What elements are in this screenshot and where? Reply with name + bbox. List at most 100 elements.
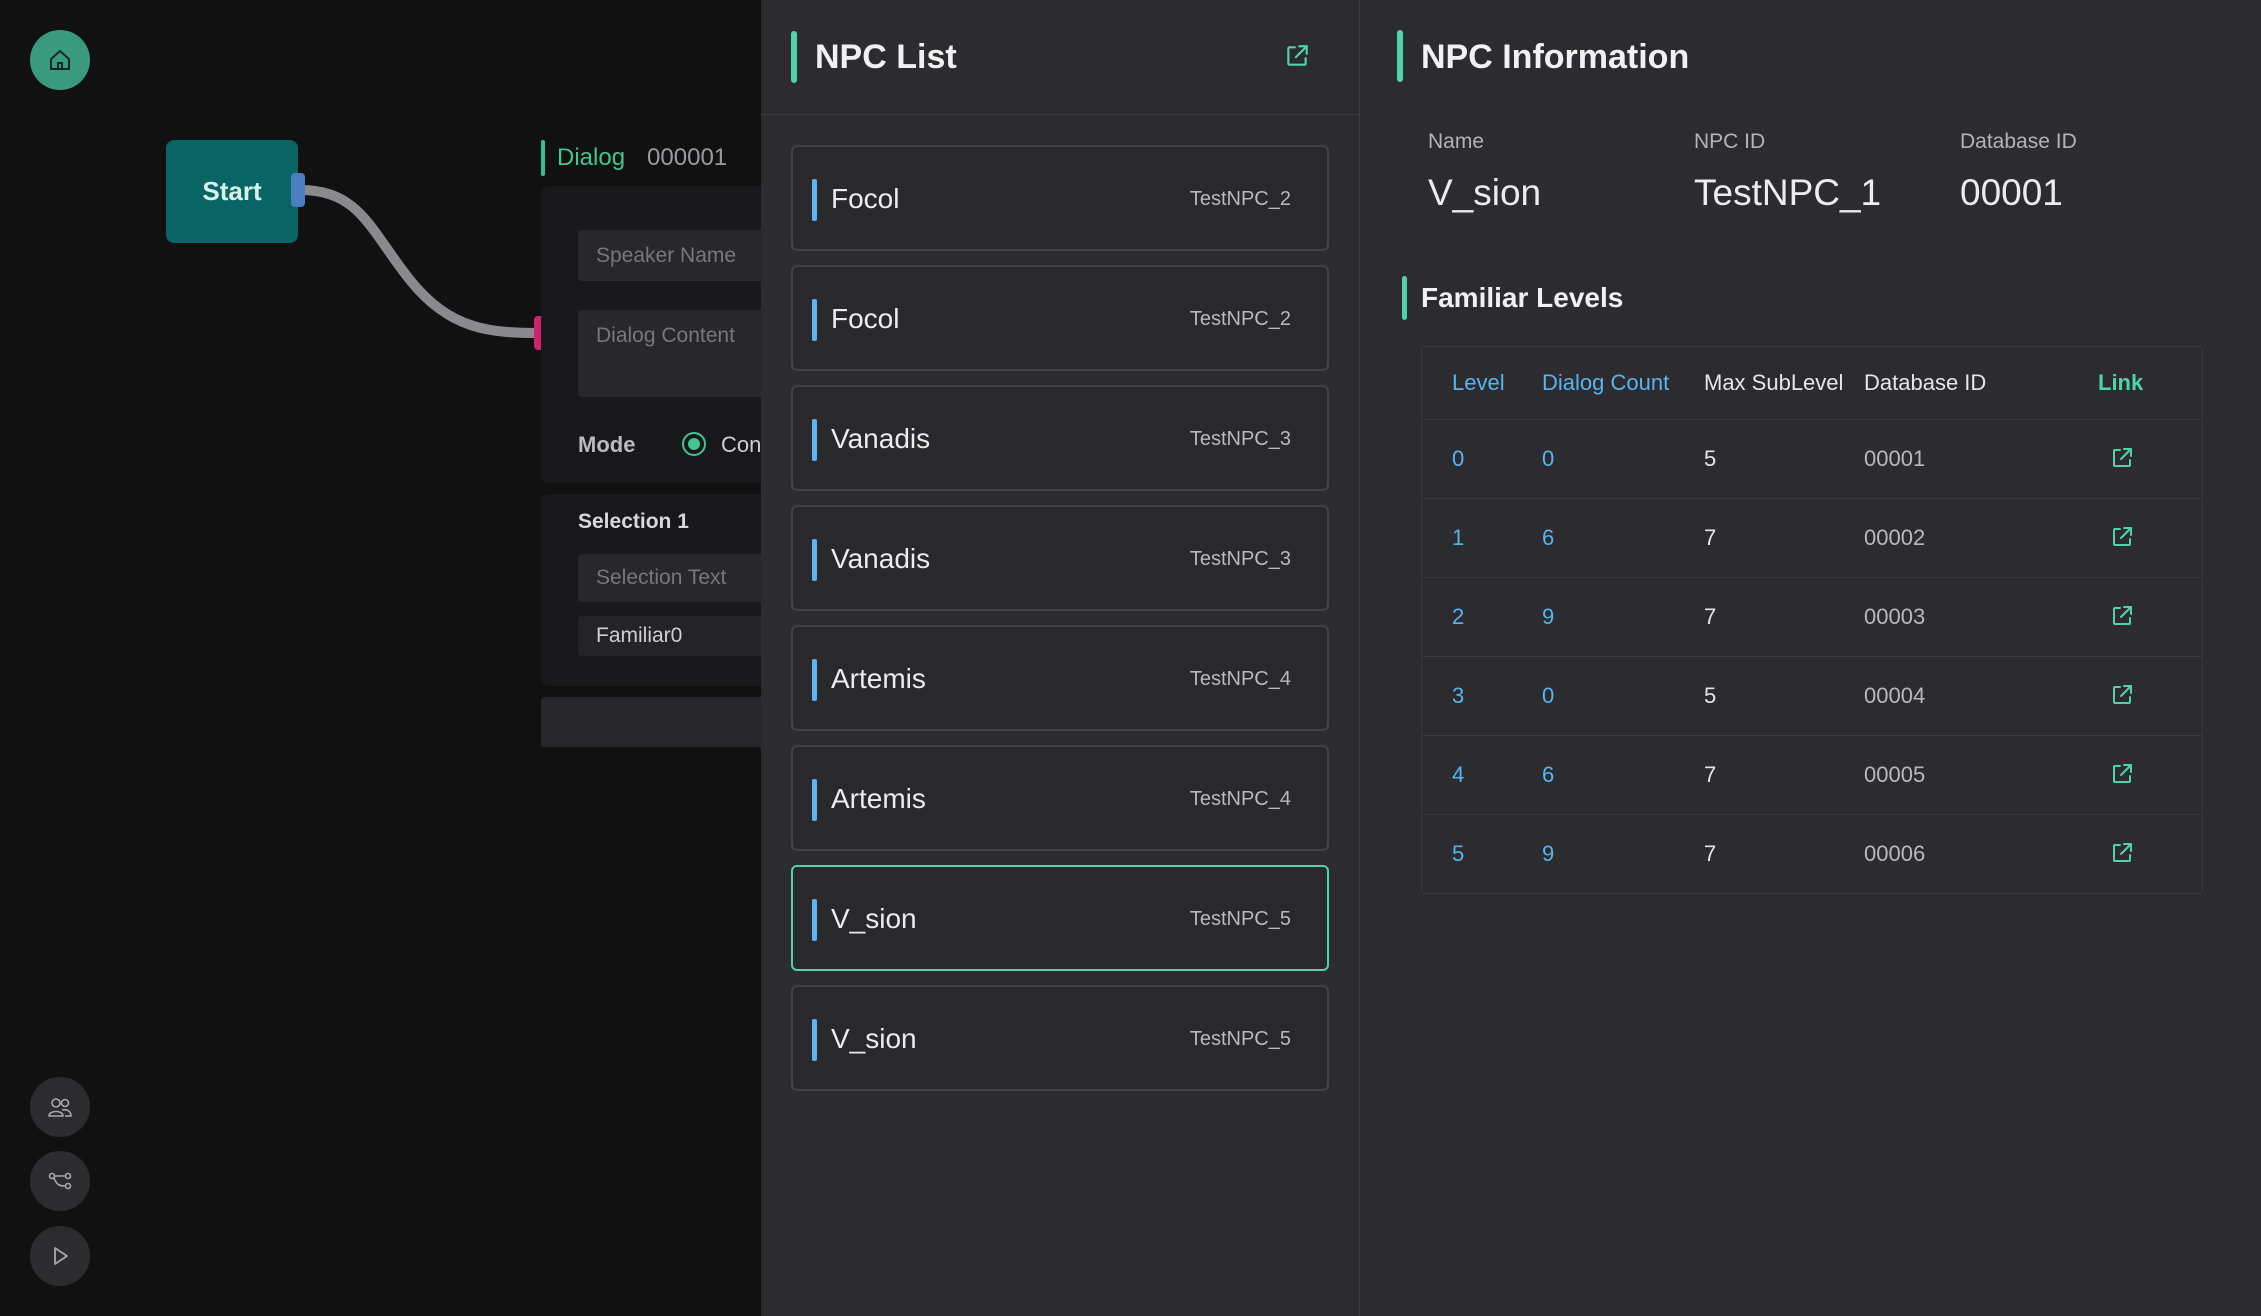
graph-tool-button[interactable] bbox=[30, 1151, 90, 1211]
dialog-accent-bar bbox=[541, 140, 545, 176]
selection-text-input[interactable]: Selection Text bbox=[578, 554, 781, 602]
npc-item-id: TestNPC_3 bbox=[1189, 548, 1291, 570]
npc-item-id: TestNPC_2 bbox=[1189, 188, 1291, 210]
npc-item-id: TestNPC_4 bbox=[1189, 788, 1291, 810]
mode-label: Mode bbox=[578, 432, 636, 457]
npc-item-accent-bar bbox=[812, 659, 817, 701]
npc-item-id: TestNPC_2 bbox=[1189, 308, 1291, 330]
header-database-id: Database ID bbox=[1864, 370, 1987, 395]
header-dialog-count[interactable]: Dialog Count bbox=[1542, 347, 1669, 419]
familiar-accent-bar bbox=[1402, 276, 1407, 320]
cell-max-sublevel: 7 bbox=[1704, 604, 1717, 629]
start-node[interactable]: Start bbox=[166, 140, 298, 243]
cell-level: 3 bbox=[1452, 683, 1465, 708]
cell-dialog-count: 9 bbox=[1542, 841, 1555, 866]
cell-database-id: 00002 bbox=[1864, 525, 1926, 550]
name-value: V_sion bbox=[1428, 172, 1542, 213]
cell-database-id: 00003 bbox=[1864, 604, 1926, 629]
people-icon bbox=[48, 1098, 72, 1117]
npc-item-name: V_sion bbox=[831, 903, 917, 934]
table-header-row: Level Dialog Count Max SubLevel Database… bbox=[1422, 347, 2202, 419]
familiar-levels-table: Level Dialog Count Max SubLevel Database… bbox=[1421, 346, 2203, 894]
speaker-name-input[interactable]: Speaker Name bbox=[578, 230, 781, 281]
cell-max-sublevel: 7 bbox=[1704, 841, 1717, 866]
cell-level: 5 bbox=[1452, 841, 1465, 866]
start-output-port[interactable] bbox=[291, 173, 305, 207]
dialog-node-body: Speaker Name Dialog Content Mode Con bbox=[541, 186, 781, 483]
npc-list-item[interactable]: Artemis TestNPC_4 bbox=[791, 625, 1329, 731]
table-row: 1 6 7 00002 bbox=[1422, 498, 2202, 577]
play-button[interactable] bbox=[30, 1226, 90, 1286]
mode-option-label: Con bbox=[721, 432, 762, 457]
npc-list-item[interactable]: Artemis TestNPC_4 bbox=[791, 745, 1329, 851]
npc-item-name: Focol bbox=[831, 303, 900, 334]
npc-id-value: TestNPC_1 bbox=[1694, 172, 1882, 213]
npc-list-item[interactable]: Vanadis TestNPC_3 bbox=[791, 505, 1329, 611]
cell-dialog-count: 6 bbox=[1542, 762, 1555, 787]
cell-database-id: 00005 bbox=[1864, 762, 1926, 787]
open-link-icon[interactable] bbox=[2110, 525, 2134, 549]
play-icon bbox=[54, 1247, 68, 1265]
npc-info-panel: NPC Information Name V_sion NPC ID TestN… bbox=[1360, 0, 2261, 1316]
npc-item-name: V_sion bbox=[831, 1023, 917, 1054]
open-link-icon[interactable] bbox=[2110, 604, 2134, 628]
open-external-icon[interactable] bbox=[1284, 43, 1310, 69]
npc-item-name: Artemis bbox=[831, 663, 926, 694]
table-body: 0 0 5 00001 1 6 7 00002 2 9 7 00003 3 0 5 00004 4 6 7 00005… bbox=[1422, 419, 2202, 893]
npc-list-item[interactable]: Focol TestNPC_2 bbox=[791, 145, 1329, 251]
npc-list-accent-bar bbox=[791, 31, 797, 83]
open-link-icon[interactable] bbox=[2110, 683, 2134, 707]
dialog-node-header: Dialog 000001 bbox=[541, 140, 727, 176]
database-id-label: Database ID bbox=[1960, 130, 2077, 153]
flow-canvas[interactable]: Start Dialog 000001 Speaker Name Dialog … bbox=[0, 0, 781, 1316]
cell-max-sublevel: 5 bbox=[1704, 446, 1717, 471]
npc-item-id: TestNPC_4 bbox=[1189, 668, 1291, 690]
header-max-sublevel: Max SubLevel bbox=[1704, 370, 1844, 395]
npc-item-name: Focol bbox=[831, 183, 900, 214]
name-label: Name bbox=[1428, 130, 1485, 153]
dialog-content-input[interactable]: Dialog Content bbox=[578, 310, 781, 397]
npc-item-accent-bar bbox=[812, 539, 817, 581]
header-level[interactable]: Level bbox=[1452, 347, 1505, 419]
header-link: Link bbox=[2098, 370, 2144, 395]
cell-level: 2 bbox=[1452, 604, 1465, 629]
cell-dialog-count: 9 bbox=[1542, 604, 1555, 629]
npc-item-accent-bar bbox=[812, 179, 817, 221]
cell-max-sublevel: 7 bbox=[1704, 525, 1717, 550]
npc-list-header: NPC List bbox=[761, 0, 1359, 115]
cell-dialog-count: 6 bbox=[1542, 525, 1555, 550]
npc-list-item[interactable]: Vanadis TestNPC_3 bbox=[791, 385, 1329, 491]
npc-list-panel: NPC List Focol TestNPC_2 Focol TestNPC_2 Van… bbox=[761, 0, 1360, 1316]
open-link-icon[interactable] bbox=[2110, 841, 2134, 865]
npc-id-label: NPC ID bbox=[1694, 130, 1766, 153]
table-row: 2 9 7 00003 bbox=[1422, 577, 2202, 656]
npc-list-title: NPC List bbox=[815, 38, 957, 76]
open-link-icon[interactable] bbox=[2110, 446, 2134, 470]
npc-item-id: TestNPC_5 bbox=[1189, 1028, 1291, 1050]
database-id-value: 00001 bbox=[1960, 172, 2063, 213]
familiar-select[interactable]: Familiar0 bbox=[578, 616, 781, 656]
npc-list-tool-button[interactable] bbox=[30, 1077, 90, 1137]
cell-level: 4 bbox=[1452, 762, 1465, 787]
npc-info-title: NPC Information bbox=[1421, 38, 1690, 76]
cell-level: 1 bbox=[1452, 525, 1465, 550]
npc-list-item[interactable]: V_sion TestNPC_5 bbox=[791, 865, 1329, 971]
npc-item-accent-bar bbox=[812, 419, 817, 461]
npc-item-name: Vanadis bbox=[831, 423, 931, 454]
open-link-icon[interactable] bbox=[2110, 762, 2134, 786]
familiar-levels-title: Familiar Levels bbox=[1421, 282, 1624, 313]
npc-info-accent-bar bbox=[1397, 30, 1403, 82]
table-row: 5 9 7 00006 bbox=[1422, 814, 2202, 893]
npc-list-item[interactable]: V_sion TestNPC_5 bbox=[791, 985, 1329, 1091]
cell-database-id: 00006 bbox=[1864, 841, 1926, 866]
add-selection-bar[interactable] bbox=[541, 697, 781, 747]
npc-item-accent-bar bbox=[812, 899, 817, 941]
npc-list-item[interactable]: Focol TestNPC_2 bbox=[791, 265, 1329, 371]
cell-dialog-count: 0 bbox=[1542, 683, 1555, 708]
mode-radio[interactable] bbox=[682, 432, 706, 456]
cell-max-sublevel: 7 bbox=[1704, 762, 1717, 787]
table-row: 0 0 5 00001 bbox=[1422, 419, 2202, 498]
cell-database-id: 00004 bbox=[1864, 683, 1926, 708]
selection-node-body: Selection 1 Selection Text Familiar0 bbox=[541, 494, 781, 686]
table-row: 4 6 7 00005 bbox=[1422, 735, 2202, 814]
